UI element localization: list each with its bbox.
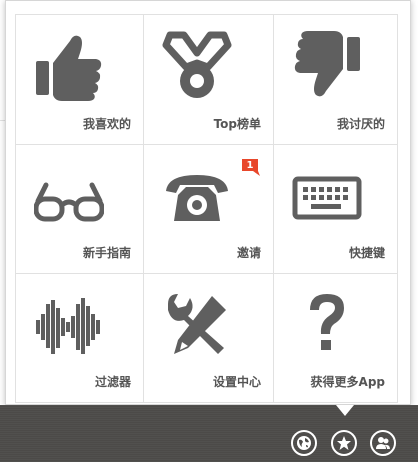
menu-tile-label: Top榜单	[213, 117, 261, 131]
waveform-icon	[34, 290, 104, 360]
glasses-icon	[34, 161, 104, 231]
menu-tile-shortcuts[interactable]: 快捷键	[274, 145, 398, 274]
keyboard-icon	[292, 161, 362, 231]
globe-button[interactable]	[291, 430, 317, 456]
medal-icon	[162, 31, 232, 101]
menu-tile-label: 邀请	[236, 246, 261, 260]
menu-tile-filter[interactable]: 过滤器	[16, 274, 144, 403]
thumbs-up-icon	[34, 31, 104, 101]
star-icon	[337, 436, 351, 450]
menu-tile-label: 过滤器	[94, 375, 131, 389]
thumbs-down-icon	[292, 31, 362, 101]
telephone-icon	[162, 161, 232, 231]
menu-tile-liked[interactable]: 我喜欢的	[16, 15, 144, 145]
menu-tile-label: 获得更多App	[310, 375, 385, 389]
badge-count: 1	[246, 160, 254, 171]
menu-tile-label: 新手指南	[82, 246, 131, 260]
menu-tile-more-apps[interactable]: 获得更多App	[274, 274, 398, 403]
tools-icon	[162, 290, 232, 360]
question-mark-icon	[292, 290, 362, 360]
taskbar	[0, 405, 418, 462]
menu-tile-settings[interactable]: 设置中心	[144, 274, 274, 403]
menu-tile-label: 设置中心	[212, 375, 261, 389]
users-button[interactable]	[370, 430, 396, 456]
menu-tile-top-list[interactable]: Top榜单	[144, 15, 274, 145]
menu-tile-label: 快捷键	[348, 246, 385, 260]
menu-tile-beginner-guide[interactable]: 新手指南	[16, 145, 144, 274]
users-icon	[376, 437, 390, 449]
popup-pointer	[336, 405, 354, 416]
favorites-button[interactable]	[331, 430, 357, 456]
app-menu-popup: 我喜欢的 Top榜单 我讨厌的 新手指南 1 邀请 快捷键 过滤器 设置中心 获…	[5, 0, 411, 405]
app-menu-grid: 我喜欢的 Top榜单 我讨厌的 新手指南 1 邀请 快捷键 过滤器 设置中心 获…	[15, 14, 398, 403]
menu-tile-disliked[interactable]: 我讨厌的	[274, 15, 398, 145]
menu-tile-invite[interactable]: 1 邀请	[144, 145, 274, 274]
globe-icon	[297, 436, 311, 450]
menu-tile-label: 我讨厌的	[336, 117, 385, 131]
invite-count-badge: 1	[242, 159, 260, 176]
menu-tile-label: 我喜欢的	[82, 117, 131, 131]
